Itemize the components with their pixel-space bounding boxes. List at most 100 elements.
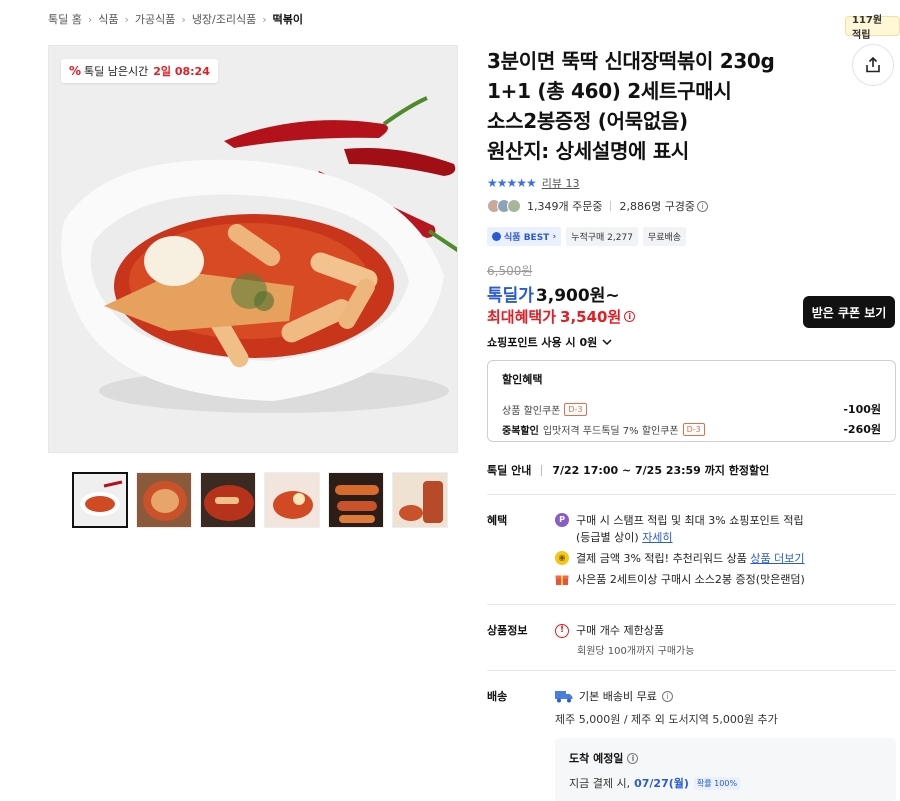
shipping-label: 배송 bbox=[487, 690, 508, 703]
breadcrumb-home[interactable]: 톡딜 홈 bbox=[48, 11, 82, 27]
discount-row: 중복할인 입맛저격 푸드톡딜 7% 할인쿠폰 D-3 -260원 bbox=[502, 419, 881, 439]
thumbnail-3[interactable] bbox=[200, 472, 256, 528]
thumbnail-image bbox=[393, 473, 447, 527]
thumbnail-6[interactable] bbox=[392, 472, 448, 528]
arrival-estimate-box: 도착 예정일 i 지금 결제 시, 07/27(월) 확률 100% bbox=[555, 738, 896, 801]
thumbnail-2[interactable] bbox=[136, 472, 192, 528]
shipping-info: 기본 배송비 무료 i 제주 5,000원 / 제주 외 도서지역 5,000원… bbox=[555, 688, 778, 727]
point-icon: P bbox=[555, 513, 569, 527]
review-link[interactable]: 리뷰 13 bbox=[542, 175, 580, 191]
discount-benefits-box: 할인혜택 상품 할인쿠폰 D-3 -100원 중복할인 입맛저격 푸드톡딜 7%… bbox=[487, 360, 896, 442]
original-price: 6,500원 bbox=[487, 264, 533, 278]
thumbnail-image bbox=[137, 473, 191, 527]
section-divider bbox=[487, 670, 896, 671]
discount-label: 상품 할인쿠폰 bbox=[502, 405, 561, 417]
discount-amount: -100원 bbox=[843, 403, 881, 416]
chevron-down-icon bbox=[602, 339, 612, 346]
breadcrumb-food[interactable]: 식품 bbox=[98, 11, 118, 27]
benefit-subtext: (등급별 상이) bbox=[576, 531, 639, 544]
deal-price-label: 톡딜가 bbox=[487, 286, 534, 306]
shipping-extra-fee: 제주 5,000원 / 제주 외 도서지역 5,000원 추가 bbox=[555, 713, 778, 726]
more-products-link[interactable]: 상품 더보기 bbox=[750, 552, 804, 565]
chevron-right-icon: › bbox=[262, 12, 267, 26]
popularity-stats: 1,349개 주문중 2,886명 구경중 i bbox=[487, 198, 708, 214]
product-title-line: 1+1 (총 460) 2세트구매시 bbox=[487, 79, 732, 103]
arrival-title: 도착 예정일 bbox=[569, 752, 624, 765]
info-icon[interactable]: i bbox=[696, 200, 708, 212]
discount-title: 할인혜택 bbox=[502, 373, 543, 386]
thumbnail-strip bbox=[72, 472, 448, 528]
benefits-label: 혜택 bbox=[487, 514, 508, 527]
breadcrumb-current[interactable]: 떡볶이 bbox=[273, 11, 303, 27]
info-icon[interactable]: i bbox=[624, 311, 636, 322]
discount-row: 상품 할인쿠폰 D-3 -100원 bbox=[502, 399, 881, 419]
info-icon[interactable]: i bbox=[661, 690, 673, 702]
purchase-limit-subtext: 회원당 100개까지 구매가능 bbox=[577, 646, 695, 657]
buyer-avatars bbox=[487, 199, 521, 213]
info-icon[interactable]: i bbox=[627, 752, 639, 764]
timer-value: 2일 08:24 bbox=[153, 65, 210, 78]
thumbnail-image bbox=[201, 473, 255, 527]
warning-icon: ! bbox=[555, 624, 569, 638]
discount-amount: -260원 bbox=[843, 423, 881, 436]
product-title: 3분이면 뚝딱 신대장떡볶이 230g 1+1 (총 460) 2세트구매시 소… bbox=[487, 46, 827, 166]
deal-timer-badge: % 톡딜 남은시간 2일 08:24 bbox=[61, 59, 218, 83]
order-count: 1,349개 주문중 bbox=[527, 200, 603, 213]
product-title-line: 원산지: 상세설명에 표시 bbox=[487, 139, 690, 163]
max-benefit-value: 3,540원 bbox=[560, 308, 622, 326]
share-icon bbox=[866, 56, 880, 73]
best-tag-label: 식품 BEST bbox=[504, 233, 550, 243]
gift-icon bbox=[555, 575, 569, 585]
duplicate-discount-label: 중복할인 bbox=[502, 425, 539, 437]
max-benefit-label: 최대혜택가 bbox=[487, 308, 557, 326]
product-info-label: 상품정보 bbox=[487, 624, 528, 637]
product-title-line: 3분이면 뚝딱 신대장떡볶이 230g bbox=[487, 49, 775, 73]
divider bbox=[610, 201, 612, 211]
section-divider bbox=[487, 604, 896, 605]
benefits-list: P 구매 시 스탬프 적립 및 최대 3% 쇼핑포인트 적립 (등급별 상이) … bbox=[555, 512, 895, 592]
rating-row: ★★★★★ 리뷰 13 bbox=[487, 175, 580, 191]
breadcrumb-processed-food[interactable]: 가공식품 bbox=[135, 11, 175, 27]
thumbnail-1[interactable] bbox=[72, 472, 128, 528]
benefit-item: 사은품 2세트이상 구매시 소스2봉 증정(맛은랜덤) bbox=[555, 571, 895, 588]
deal-info-value: 7/22 17:00 ~ 7/25 23:59 까지 한정할인 bbox=[552, 464, 770, 477]
viewer-count: 2,886명 구경중 bbox=[619, 200, 695, 213]
deal-price: 톡딜가 3,900원~ bbox=[487, 281, 620, 306]
deal-price-value: 3,900원~ bbox=[535, 286, 620, 306]
reward-coin-icon: ◉ bbox=[555, 551, 569, 565]
thumbnail-image bbox=[74, 474, 126, 526]
share-reward-tooltip: 117원 적립 bbox=[845, 15, 900, 41]
thumbnail-5[interactable] bbox=[328, 472, 384, 528]
benefit-text: 구매 시 스탬프 적립 및 최대 3% 쇼핑포인트 적립 bbox=[576, 514, 804, 527]
deal-percent-icon: % bbox=[69, 64, 82, 78]
thumbnail-4[interactable] bbox=[264, 472, 320, 528]
product-main-image[interactable]: % 톡딜 남은시간 2일 08:24 bbox=[48, 45, 458, 453]
breadcrumb-chilled-food[interactable]: 냉장/조리식품 bbox=[192, 11, 256, 27]
arrival-date: 07/27(월) bbox=[634, 777, 689, 790]
dday-badge: D-3 bbox=[682, 422, 705, 436]
arrival-prefix: 지금 결제 시, bbox=[569, 777, 631, 790]
product-tags: 식품 BEST › 누적구매 2,277 무료배송 bbox=[487, 227, 687, 246]
divider bbox=[541, 464, 543, 476]
deal-info-label: 톡딜 안내 bbox=[487, 464, 532, 477]
shipping-fee: 기본 배송비 무료 bbox=[579, 690, 657, 703]
arrival-probability-badge: 확률 100% bbox=[693, 776, 741, 790]
share-button[interactable] bbox=[852, 44, 894, 86]
chevron-right-icon: › bbox=[181, 12, 186, 26]
thumbnail-image bbox=[265, 473, 319, 527]
details-link[interactable]: 자세히 bbox=[642, 531, 672, 544]
benefit-text: 사은품 2세트이상 구매시 소스2봉 증정(맛은랜덤) bbox=[576, 573, 805, 586]
truck-icon bbox=[555, 690, 573, 702]
best-tag[interactable]: 식품 BEST › bbox=[487, 227, 562, 246]
section-divider bbox=[487, 494, 896, 495]
thumbnail-image bbox=[329, 473, 383, 527]
product-title-line: 소스2봉증정 (어묵없음) bbox=[487, 109, 688, 133]
points-dropdown[interactable]: 쇼핑포인트 사용 시 0원 bbox=[487, 334, 613, 350]
max-benefit-price: 최대혜택가 3,540원 i bbox=[487, 306, 636, 327]
benefit-text: 결제 금액 3% 적립! 추천리워드 상품 bbox=[576, 552, 747, 565]
product-info: ! 구매 개수 제한상품 회원당 100개까지 구매가능 bbox=[555, 622, 694, 657]
purchase-count-tag: 누적구매 2,277 bbox=[566, 227, 638, 246]
view-coupons-button[interactable]: 받은 쿠폰 보기 bbox=[803, 296, 895, 328]
chevron-right-icon: › bbox=[87, 12, 93, 26]
dday-badge: D-3 bbox=[564, 402, 587, 416]
